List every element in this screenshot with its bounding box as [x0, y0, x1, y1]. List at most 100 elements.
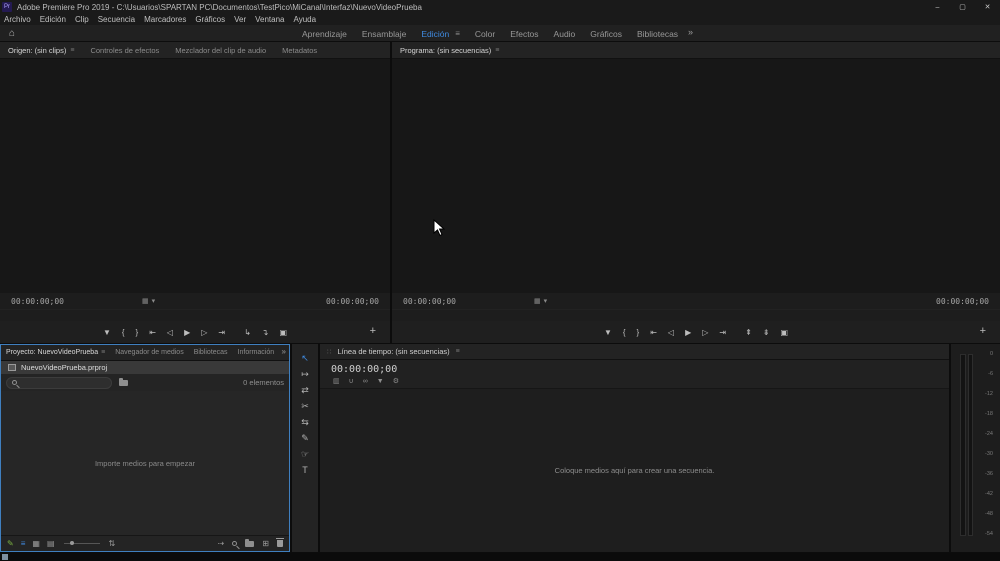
workspace-ensamblaje[interactable]: Ensamblaje [362, 29, 406, 39]
tab-navegador-medios[interactable]: Navegador de medios [110, 345, 189, 360]
add-marker-icon[interactable]: ▼ [377, 378, 384, 385]
tab-linea-de-tiempo[interactable]: Línea de tiempo: (sin secuencias) [337, 347, 449, 356]
automate-to-sequence-icon[interactable]: ⇢ [218, 539, 225, 548]
selection-tool[interactable]: ↖ [296, 351, 314, 365]
menu-ayuda[interactable]: Ayuda [294, 15, 317, 24]
workspace-overflow-icon[interactable]: » [688, 27, 693, 37]
close-button[interactable]: ✕ [975, 0, 1000, 14]
source-button-editor-icon[interactable]: + [370, 325, 376, 337]
project-empty-area[interactable]: Importe medios para empezar [1, 391, 289, 535]
program-go-to-in-button[interactable]: ⇤ [650, 328, 657, 337]
source-insert-button[interactable]: ↳ [244, 328, 251, 337]
project-overflow-icon[interactable]: » [282, 347, 286, 356]
source-step-back-button[interactable]: ◁ [167, 328, 173, 337]
menu-marcadores[interactable]: Marcadores [144, 15, 186, 24]
razor-tool[interactable]: ✂ [296, 399, 314, 413]
slip-tool[interactable]: ⇆ [296, 415, 314, 429]
menu-ver[interactable]: Ver [234, 15, 246, 24]
tab-controles-efectos[interactable]: Controles de efectos [82, 42, 167, 58]
tab-programa[interactable]: Programa: (sin secuencias) ≡ [392, 42, 507, 58]
audio-meters-panel[interactable]: 0 -6 -12 -18 -24 -30 -36 -42 -48 -54 [951, 344, 1000, 552]
program-play-button[interactable]: ▶ [685, 328, 691, 337]
ripple-edit-tool[interactable]: ⇄ [296, 383, 314, 397]
track-select-tool[interactable]: ↦ [296, 367, 314, 381]
workspace-aprendizaje[interactable]: Aprendizaje [302, 29, 347, 39]
taskbar-app-icon[interactable] [2, 554, 8, 560]
tab-origen[interactable]: Origen: (sin clips) ≡ [0, 42, 82, 58]
maximize-button[interactable]: ▢ [950, 0, 975, 14]
hand-tool[interactable]: ☞ [296, 447, 314, 461]
source-go-to-in-button[interactable]: ⇤ [149, 328, 156, 337]
menu-graficos[interactable]: Gráficos [195, 15, 225, 24]
program-mark-in-button[interactable]: { [623, 328, 626, 337]
workspace-menu-icon[interactable]: ≡ [455, 29, 460, 38]
tab-bibliotecas[interactable]: Bibliotecas [189, 345, 233, 360]
type-tool[interactable]: T [296, 463, 314, 477]
source-export-frame-button[interactable]: ▣ [279, 328, 287, 337]
menu-ventana[interactable]: Ventana [255, 15, 284, 24]
program-lift-button[interactable]: ⇞ [745, 328, 752, 337]
icon-view-icon[interactable]: ▦ [32, 539, 40, 548]
source-play-button[interactable]: ▶ [184, 328, 190, 337]
workspace-efectos[interactable]: Efectos [510, 29, 538, 39]
source-panel-menu-icon[interactable]: ≡ [70, 47, 74, 54]
timeline-panel-menu-icon[interactable]: ≡ [456, 348, 460, 355]
new-item-icon[interactable]: ⊞ [262, 539, 269, 548]
program-extract-button[interactable]: ⇟ [763, 328, 770, 337]
source-step-forward-button[interactable]: ▷ [201, 328, 207, 337]
search-box[interactable] [6, 376, 112, 389]
source-viewer[interactable] [0, 59, 390, 293]
source-overwrite-button[interactable]: ↴ [262, 328, 269, 337]
search-input[interactable] [21, 379, 101, 386]
program-seek-bar[interactable] [392, 309, 1000, 321]
source-zoom-select[interactable]: ▦ ▾ [142, 297, 155, 305]
zoom-slider[interactable] [63, 541, 100, 545]
program-step-back-button[interactable]: ◁ [668, 328, 674, 337]
source-seek-bar[interactable] [0, 309, 390, 321]
program-mark-out-button[interactable]: } [637, 328, 640, 337]
program-add-marker-button[interactable]: ▼ [604, 328, 612, 337]
new-bin-icon[interactable] [245, 538, 255, 547]
menu-secuencia[interactable]: Secuencia [98, 15, 135, 24]
find-icon[interactable] [232, 541, 238, 546]
workspace-edicion[interactable]: Edición [421, 29, 449, 39]
home-icon[interactable]: ⌂ [9, 28, 15, 39]
workspace-audio[interactable]: Audio [554, 29, 576, 39]
tab-metadatos[interactable]: Metadatos [274, 42, 325, 58]
project-writable-icon[interactable]: ✎ [7, 539, 14, 548]
minimize-button[interactable]: – [925, 0, 950, 14]
source-go-to-out-button[interactable]: ⇥ [218, 328, 225, 337]
source-mark-in-button[interactable]: { [122, 328, 125, 337]
sort-icons-icon[interactable]: ⇅ [109, 539, 116, 548]
source-mark-out-button[interactable]: } [136, 328, 139, 337]
menu-clip[interactable]: Clip [75, 15, 89, 24]
program-panel-menu-icon[interactable]: ≡ [495, 47, 499, 54]
timeline-settings-icon[interactable]: ⚙ [393, 377, 399, 385]
panel-grip-icon[interactable]: ∷ [327, 348, 331, 356]
menu-edicion[interactable]: Edición [40, 15, 66, 24]
project-root-item[interactable]: NuevoVideoPrueba.prproj [1, 361, 289, 374]
nest-toggle-icon[interactable]: ▥ [333, 377, 340, 385]
timeline-drop-area[interactable]: Coloque medios aquí para crear una secue… [320, 388, 949, 552]
delete-icon[interactable] [276, 538, 284, 547]
timeline-playhead-timecode[interactable]: 00:00:00;00 [320, 360, 949, 375]
program-step-forward-button[interactable]: ▷ [702, 328, 708, 337]
workspace-graficos[interactable]: Gráficos [590, 29, 622, 39]
program-go-to-out-button[interactable]: ⇥ [719, 328, 726, 337]
program-viewer[interactable] [392, 59, 1000, 293]
program-export-frame-button[interactable]: ▣ [780, 328, 788, 337]
pen-tool[interactable]: ✎ [296, 431, 314, 445]
tab-proyecto[interactable]: Proyecto: NuevoVideoPrueba ≡ [1, 345, 110, 360]
project-panel-menu-icon[interactable]: ≡ [101, 349, 105, 356]
program-zoom-select[interactable]: ▦ ▾ [534, 297, 547, 305]
freeform-view-icon[interactable]: ▤ [47, 539, 55, 548]
linked-selection-icon[interactable]: ∞ [363, 378, 368, 385]
tab-informacion[interactable]: Información [233, 345, 280, 360]
workspace-bibliotecas[interactable]: Bibliotecas [637, 29, 678, 39]
snap-icon[interactable]: ∪ [349, 377, 354, 385]
source-add-marker-button[interactable]: ▼ [103, 328, 111, 337]
tab-mezclador-clip-audio[interactable]: Mezclador del clip de audio [167, 42, 274, 58]
search-bin-icon[interactable] [119, 377, 128, 386]
list-view-icon[interactable]: ≡ [21, 539, 26, 548]
menu-archivo[interactable]: Archivo [4, 15, 31, 24]
